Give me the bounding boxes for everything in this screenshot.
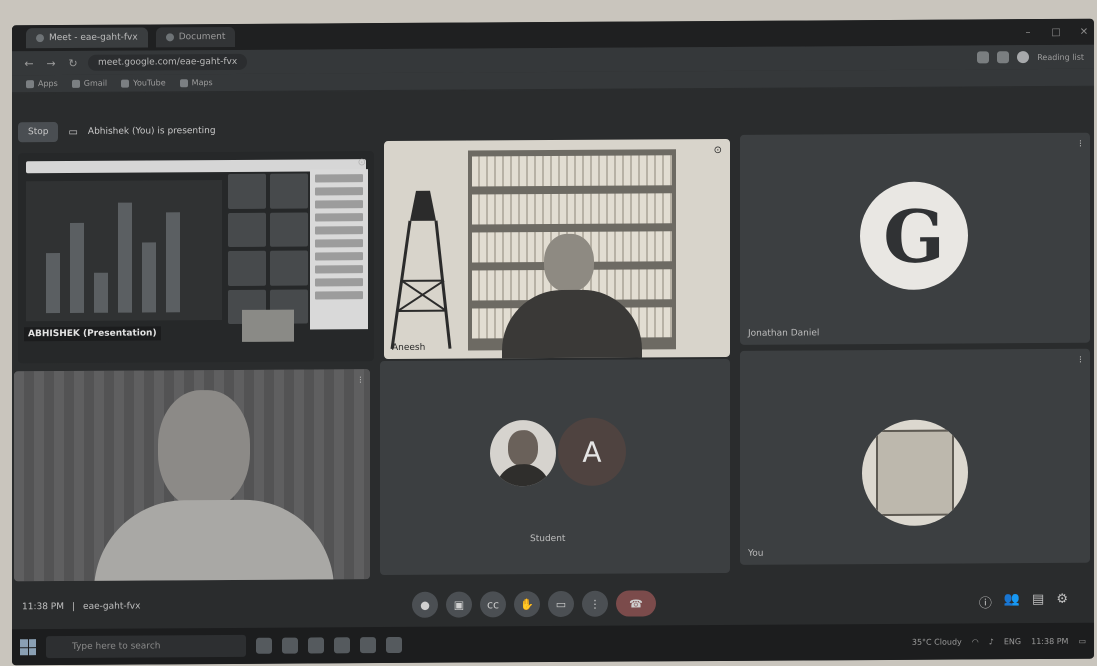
pin-icon[interactable]: ⊙ [358, 157, 366, 168]
shared-screen-main [26, 180, 222, 322]
presenting-text: Abhishek (You) is presenting [87, 126, 216, 137]
bookmark-apps[interactable]: Apps [26, 79, 58, 88]
participant-name: Jonathan Daniel [748, 328, 820, 339]
notification-icon[interactable]: ▭ [1078, 636, 1086, 645]
shared-thumb-grid [228, 173, 308, 324]
participant-video [94, 389, 334, 582]
url-field[interactable]: meet.google.com/eae-gaht-fvx [88, 53, 248, 71]
tile-participant-camera[interactable]: ⁝ [14, 369, 370, 582]
tile-participant-avatar[interactable]: ⁝ You [740, 348, 1090, 565]
volume-icon[interactable]: ♪ [989, 637, 994, 646]
avatar [862, 419, 968, 527]
close-icon[interactable]: ✕ [1074, 26, 1094, 37]
tile-participant-camera[interactable]: ⊙ Aneesh [384, 138, 730, 360]
captions-button[interactable]: cc [480, 591, 506, 618]
present-button[interactable]: ▭ [548, 590, 574, 618]
activities-icon[interactable]: ⚙ [1056, 591, 1068, 610]
camera-button[interactable]: ▣ [446, 591, 472, 618]
weather-text[interactable]: 35°C Cloudy [912, 637, 962, 646]
participant-name: You [748, 548, 764, 559]
task-view-icon[interactable] [282, 637, 298, 654]
presenting-banner: Stop ▭ Abhishek (You) is presenting [18, 119, 308, 143]
cortana-icon[interactable] [256, 637, 272, 654]
more-options-button[interactable]: ⋮ [582, 590, 608, 617]
avatar: A [558, 417, 626, 486]
participant-video [502, 233, 642, 360]
meet-control-bar: 11:38 PM | eae-gaht-fvx ● ▣ cc ✋ ▭ ⋮ ☎ ⓘ… [12, 579, 1094, 630]
minimize-icon[interactable]: – [1018, 27, 1038, 38]
participant-name: Student [530, 533, 566, 545]
tab-document-label: Document [178, 32, 226, 43]
profile-avatar-icon[interactable] [1017, 51, 1030, 64]
avatar: G [860, 181, 968, 291]
forward-icon[interactable]: → [44, 57, 58, 70]
shared-bar [166, 212, 180, 313]
windows-taskbar: Type here to search 35°C Cloudy ◠ ♪ ENG … [12, 622, 1094, 666]
meet-favicon-icon [36, 34, 44, 43]
tile-participant-avatar[interactable]: A Student [380, 358, 730, 576]
raise-hand-button[interactable]: ✋ [514, 591, 540, 618]
taskbar-search-input[interactable]: Type here to search [46, 634, 246, 659]
gmail-icon [71, 79, 80, 88]
meeting-time: 11:38 PM [22, 601, 64, 613]
maps-icon [179, 78, 188, 87]
maximize-icon[interactable]: □ [1046, 26, 1066, 37]
meet-side-controls: ⓘ 👥 ▤ ⚙ [979, 591, 1068, 611]
mic-button[interactable]: ● [412, 591, 438, 618]
info-icon[interactable]: ⓘ [979, 592, 992, 611]
app-icon[interactable] [386, 636, 402, 654]
bookmark-maps[interactable]: Maps [179, 78, 213, 87]
shared-bar [46, 253, 60, 314]
back-icon[interactable]: ← [22, 57, 36, 70]
shared-bar [142, 242, 156, 313]
shared-bar [70, 222, 84, 313]
chat-icon[interactable]: ▤ [1032, 591, 1044, 610]
file-explorer-icon[interactable] [334, 637, 350, 654]
more-options-icon[interactable]: ⁝ [1079, 139, 1082, 150]
tab-meet-label: Meet - eae-gaht-fvx [49, 32, 138, 44]
more-options-icon[interactable]: ⁝ [359, 375, 362, 386]
shared-bar [94, 272, 108, 313]
tower-drawing [390, 190, 452, 350]
apps-icon [26, 79, 34, 88]
photo-background: Meet - eae-gaht-fvx Document – □ ✕ ← → ↻… [0, 0, 1097, 666]
participant-name: Aneesh [392, 342, 426, 353]
shared-bar [118, 202, 132, 313]
taskbar-clock[interactable]: 11:38 PM [1031, 636, 1068, 645]
meeting-code: eae-gaht-fvx [83, 601, 141, 612]
shared-camera-thumb [242, 309, 294, 342]
extension-icon[interactable] [977, 51, 990, 64]
system-tray: 35°C Cloudy ◠ ♪ ENG 11:38 PM ▭ [912, 636, 1086, 646]
mail-icon[interactable] [360, 637, 376, 654]
windows-start-icon[interactable] [20, 639, 36, 656]
tab-meet[interactable]: Meet - eae-gaht-fvx [26, 27, 148, 49]
youtube-icon [121, 79, 130, 88]
meet-controls: ● ▣ cc ✋ ▭ ⋮ ☎ [412, 590, 656, 618]
reading-list-button[interactable]: Reading list [1037, 52, 1084, 61]
reload-icon[interactable]: ↻ [66, 56, 80, 69]
avatar [490, 419, 556, 487]
people-icon[interactable]: 👥 [1004, 592, 1020, 611]
tile-participant-avatar[interactable]: ⁝ G Jonathan Daniel [740, 132, 1090, 345]
shared-side-panel [310, 169, 368, 330]
shared-caption: ABHISHEK (Presentation) [24, 326, 161, 342]
chrome-icon[interactable] [308, 637, 324, 654]
extension-icon[interactable] [997, 51, 1010, 64]
language-indicator[interactable]: ENG [1004, 637, 1021, 646]
tab-document[interactable]: Document [155, 26, 236, 48]
present-icon: ▭ [68, 126, 78, 138]
more-options-icon[interactable]: ⁝ [1079, 355, 1082, 366]
doc-favicon-icon [165, 33, 174, 42]
tile-screen-share[interactable]: ABHISHEK (Presentation) ⊙ [18, 151, 374, 364]
meeting-info: 11:38 PM | eae-gaht-fvx [22, 601, 141, 613]
monitor-screen: Meet - eae-gaht-fvx Document – □ ✕ ← → ↻… [12, 18, 1094, 666]
wifi-icon[interactable]: ◠ [972, 637, 979, 646]
more-options-icon[interactable]: ⊙ [714, 145, 722, 156]
bookmark-youtube[interactable]: YouTube [121, 78, 166, 88]
leave-call-button[interactable]: ☎ [616, 590, 656, 617]
bookmark-gmail[interactable]: Gmail [71, 79, 107, 88]
stop-presenting-button[interactable]: Stop [18, 122, 59, 143]
